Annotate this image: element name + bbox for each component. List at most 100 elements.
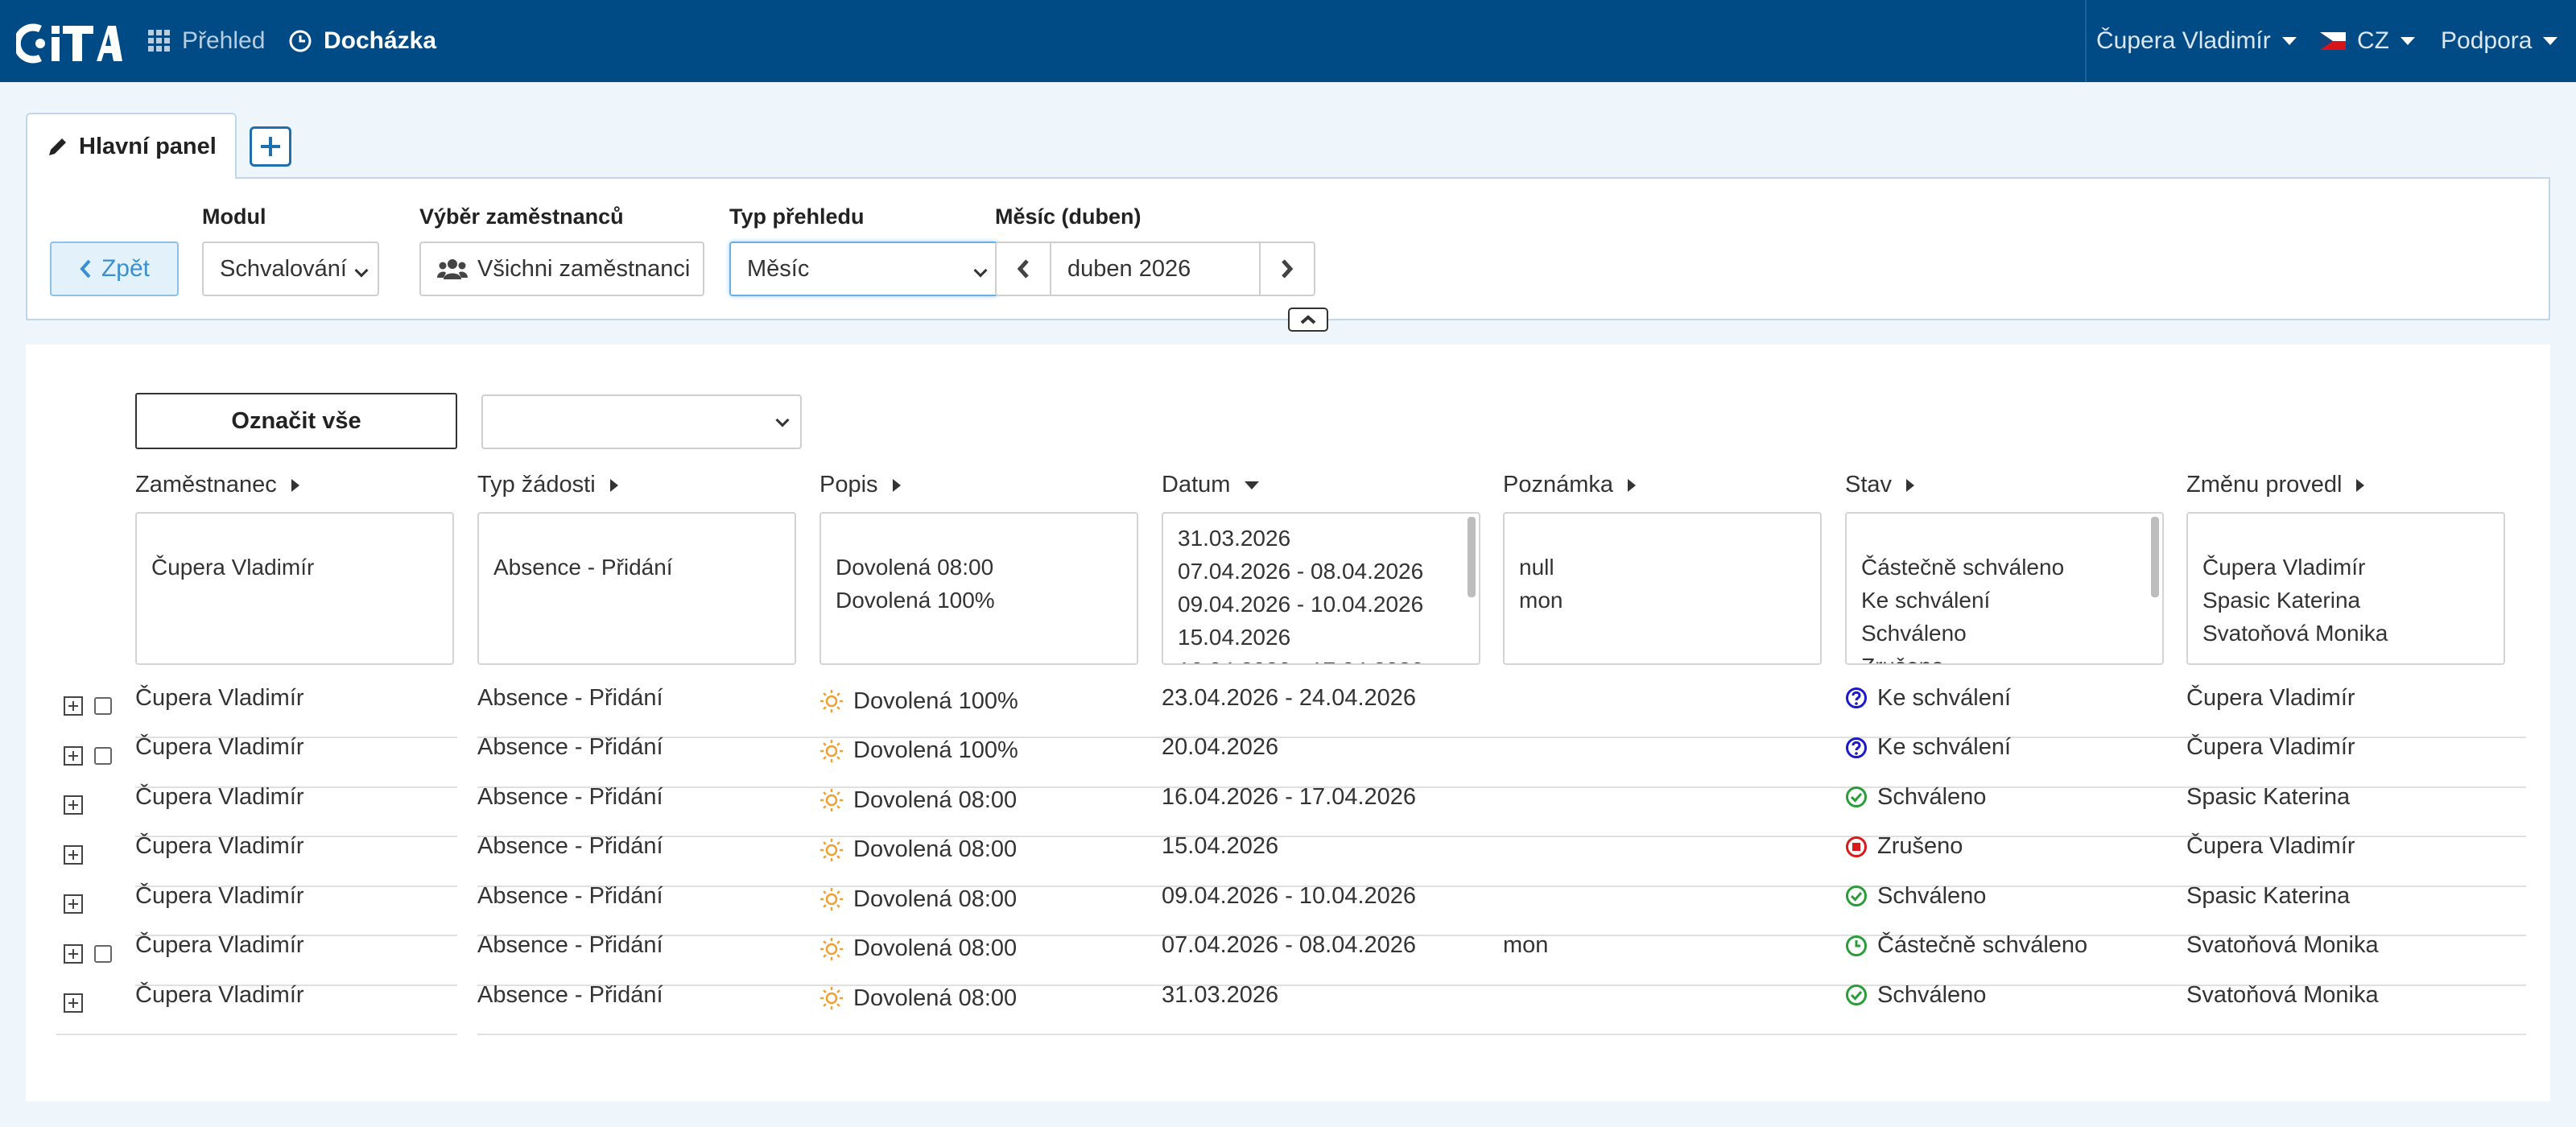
column-header-changed-by[interactable]: Změnu provedl	[2186, 472, 2365, 498]
row-description-text: Dovolená 08:00	[853, 985, 1018, 1011]
row-description: Dovolená 08:00	[819, 834, 1017, 866]
expand-row-toggle[interactable]	[64, 894, 83, 914]
column-header-date[interactable]: Datum	[1162, 472, 1260, 498]
row-request-type: Absence - Přidání	[477, 783, 663, 810]
filter-option[interactable]: Svatoňová Monika	[2202, 617, 2489, 650]
filter-option[interactable]: Čupera Vladimír	[2202, 551, 2489, 584]
sun-icon	[819, 986, 844, 1010]
filter-option[interactable]: Čupera Vladimír	[151, 551, 438, 584]
filter-option[interactable]: Schváleno	[1861, 617, 2148, 650]
module-value: Schvalování	[220, 255, 347, 282]
row-request-type: Absence - Přidání	[477, 882, 663, 909]
filter-list-date[interactable]: 31.03.2026 07.04.2026 - 08.04.2026 09.04…	[1162, 512, 1480, 665]
filter-option[interactable]: Spasic Katerina	[2202, 584, 2489, 617]
filter-list-note[interactable]: null mon	[1503, 512, 1822, 665]
row-description: Dovolená 100%	[819, 735, 1018, 767]
column-header-description[interactable]: Popis	[819, 472, 901, 498]
row-status: Částečně schváleno	[1845, 930, 2087, 962]
row-status: Schváleno	[1845, 880, 1986, 912]
filter-option[interactable]: Dovolená 100%	[836, 584, 1122, 617]
plus-icon	[261, 137, 280, 156]
filter-option[interactable]: mon	[1519, 584, 1806, 617]
cita-logo[interactable]	[16, 23, 122, 64]
bulk-action-select[interactable]	[481, 394, 802, 449]
nav-attendance[interactable]: Docházka	[288, 0, 436, 82]
sun-icon	[819, 689, 844, 713]
expand-row-toggle[interactable]	[64, 795, 83, 815]
overview-type-select[interactable]: Měsíc	[729, 242, 998, 296]
expand-row-toggle[interactable]	[64, 993, 83, 1013]
row-checkbox[interactable]	[94, 697, 112, 715]
chevron-down-icon	[775, 413, 790, 427]
filter-option[interactable]: Částečně schváleno	[1861, 551, 2148, 584]
module-label: Modul	[202, 204, 266, 229]
overview-type-label: Typ přehledu	[729, 204, 865, 229]
scrollbar-thumb[interactable]	[2151, 517, 2159, 597]
row-date: 16.04.2026 - 17.04.2026	[1162, 783, 1417, 810]
next-month-button[interactable]	[1259, 242, 1315, 296]
user-name: Čupera Vladimír	[2096, 27, 2271, 54]
expand-row-toggle[interactable]	[64, 844, 83, 865]
column-header-description-label: Popis	[819, 472, 878, 497]
row-status: Schváleno	[1845, 979, 1986, 1011]
filter-option[interactable]: 15.04.2026	[1178, 621, 1464, 654]
column-header-note[interactable]: Poznámka	[1503, 472, 1637, 498]
filter-option[interactable]: 16.04.2026 - 17.04.2026	[1178, 654, 1464, 663]
nav-overview[interactable]: Přehled	[148, 0, 265, 82]
tab-main-panel-label: Hlavní panel	[79, 133, 217, 159]
filter-list-status[interactable]: Částečně schváleno Ke schválení Schválen…	[1845, 512, 2164, 665]
language-menu[interactable]: CZ	[2320, 0, 2415, 82]
employees-select-button[interactable]: Všichni zaměstnanci	[419, 242, 704, 296]
filter-option[interactable]: Absence - Přidání	[493, 551, 780, 584]
row-employee: Čupera Vladimír	[135, 981, 304, 1008]
collapse-filters-button[interactable]	[1288, 308, 1328, 332]
filter-option[interactable]: Dovolená 08:00	[836, 551, 1122, 584]
column-header-request-type-label: Typ žádosti	[477, 472, 596, 497]
row-note: mon	[1503, 932, 1549, 958]
filter-option[interactable]: null	[1519, 551, 1806, 584]
support-menu[interactable]: Podpora	[2441, 0, 2558, 82]
filter-option[interactable]: Ke schválení	[1861, 584, 2148, 617]
tab-main-panel[interactable]: Hlavní panel	[26, 113, 237, 179]
caret-down-icon	[2401, 37, 2415, 45]
expand-row-toggle[interactable]	[64, 943, 83, 964]
filter-option[interactable]: 09.04.2026 - 10.04.2026	[1178, 588, 1464, 621]
nav-overview-label: Přehled	[182, 27, 266, 54]
month-input[interactable]: duben 2026	[1050, 242, 1261, 296]
column-header-request-type[interactable]: Typ žádosti	[477, 472, 618, 498]
back-button[interactable]: Zpět	[50, 242, 179, 296]
filter-option[interactable]: Zrušeno	[1861, 650, 2148, 663]
row-changed-by: Čupera Vladimír	[2186, 684, 2355, 711]
filter-list-request-type[interactable]: Absence - Přidání	[477, 512, 796, 665]
row-status-text: Schváleno	[1877, 783, 1987, 810]
filter-list-changed-by[interactable]: Čupera Vladimír Spasic Katerina Svatoňov…	[2186, 512, 2505, 665]
row-employee: Čupera Vladimír	[135, 932, 304, 958]
prev-month-button[interactable]	[995, 242, 1051, 296]
mark-all-button[interactable]: Označit vše	[135, 393, 457, 449]
add-tab-button[interactable]	[250, 126, 291, 167]
employees-label: Výběr zaměstnanců	[419, 204, 624, 229]
row-date: 23.04.2026 - 24.04.2026	[1162, 684, 1417, 711]
column-header-employee[interactable]: Zaměstnanec	[135, 472, 299, 498]
scrollbar-thumb[interactable]	[1468, 517, 1476, 597]
content-panel	[26, 345, 2550, 1101]
row-checkbox[interactable]	[94, 944, 112, 963]
expand-row-toggle[interactable]	[64, 696, 83, 716]
filter-option[interactable]: 31.03.2026	[1178, 522, 1464, 555]
row-description: Dovolená 08:00	[819, 784, 1017, 816]
expand-row-toggle[interactable]	[64, 745, 83, 766]
row-divider	[135, 1034, 457, 1035]
row-checkbox[interactable]	[94, 746, 112, 765]
row-changed-by: Svatoňová Monika	[2186, 981, 2379, 1008]
column-header-employee-label: Zaměstnanec	[135, 472, 277, 497]
filter-list-description[interactable]: Dovolená 08:00 Dovolená 100%	[819, 512, 1138, 665]
column-header-status[interactable]: Stav	[1845, 472, 1915, 498]
user-menu[interactable]: Čupera Vladimír	[2096, 0, 2297, 82]
filter-list-employee[interactable]: Čupera Vladimír	[135, 512, 454, 665]
filter-option[interactable]: 07.04.2026 - 08.04.2026	[1178, 555, 1464, 588]
clock-icon	[288, 29, 312, 53]
row-request-type: Absence - Přidání	[477, 932, 663, 958]
row-status: Zrušeno	[1845, 831, 1963, 863]
module-select[interactable]: Schvalování	[202, 242, 379, 296]
row-status-text: Schváleno	[1877, 882, 1987, 909]
